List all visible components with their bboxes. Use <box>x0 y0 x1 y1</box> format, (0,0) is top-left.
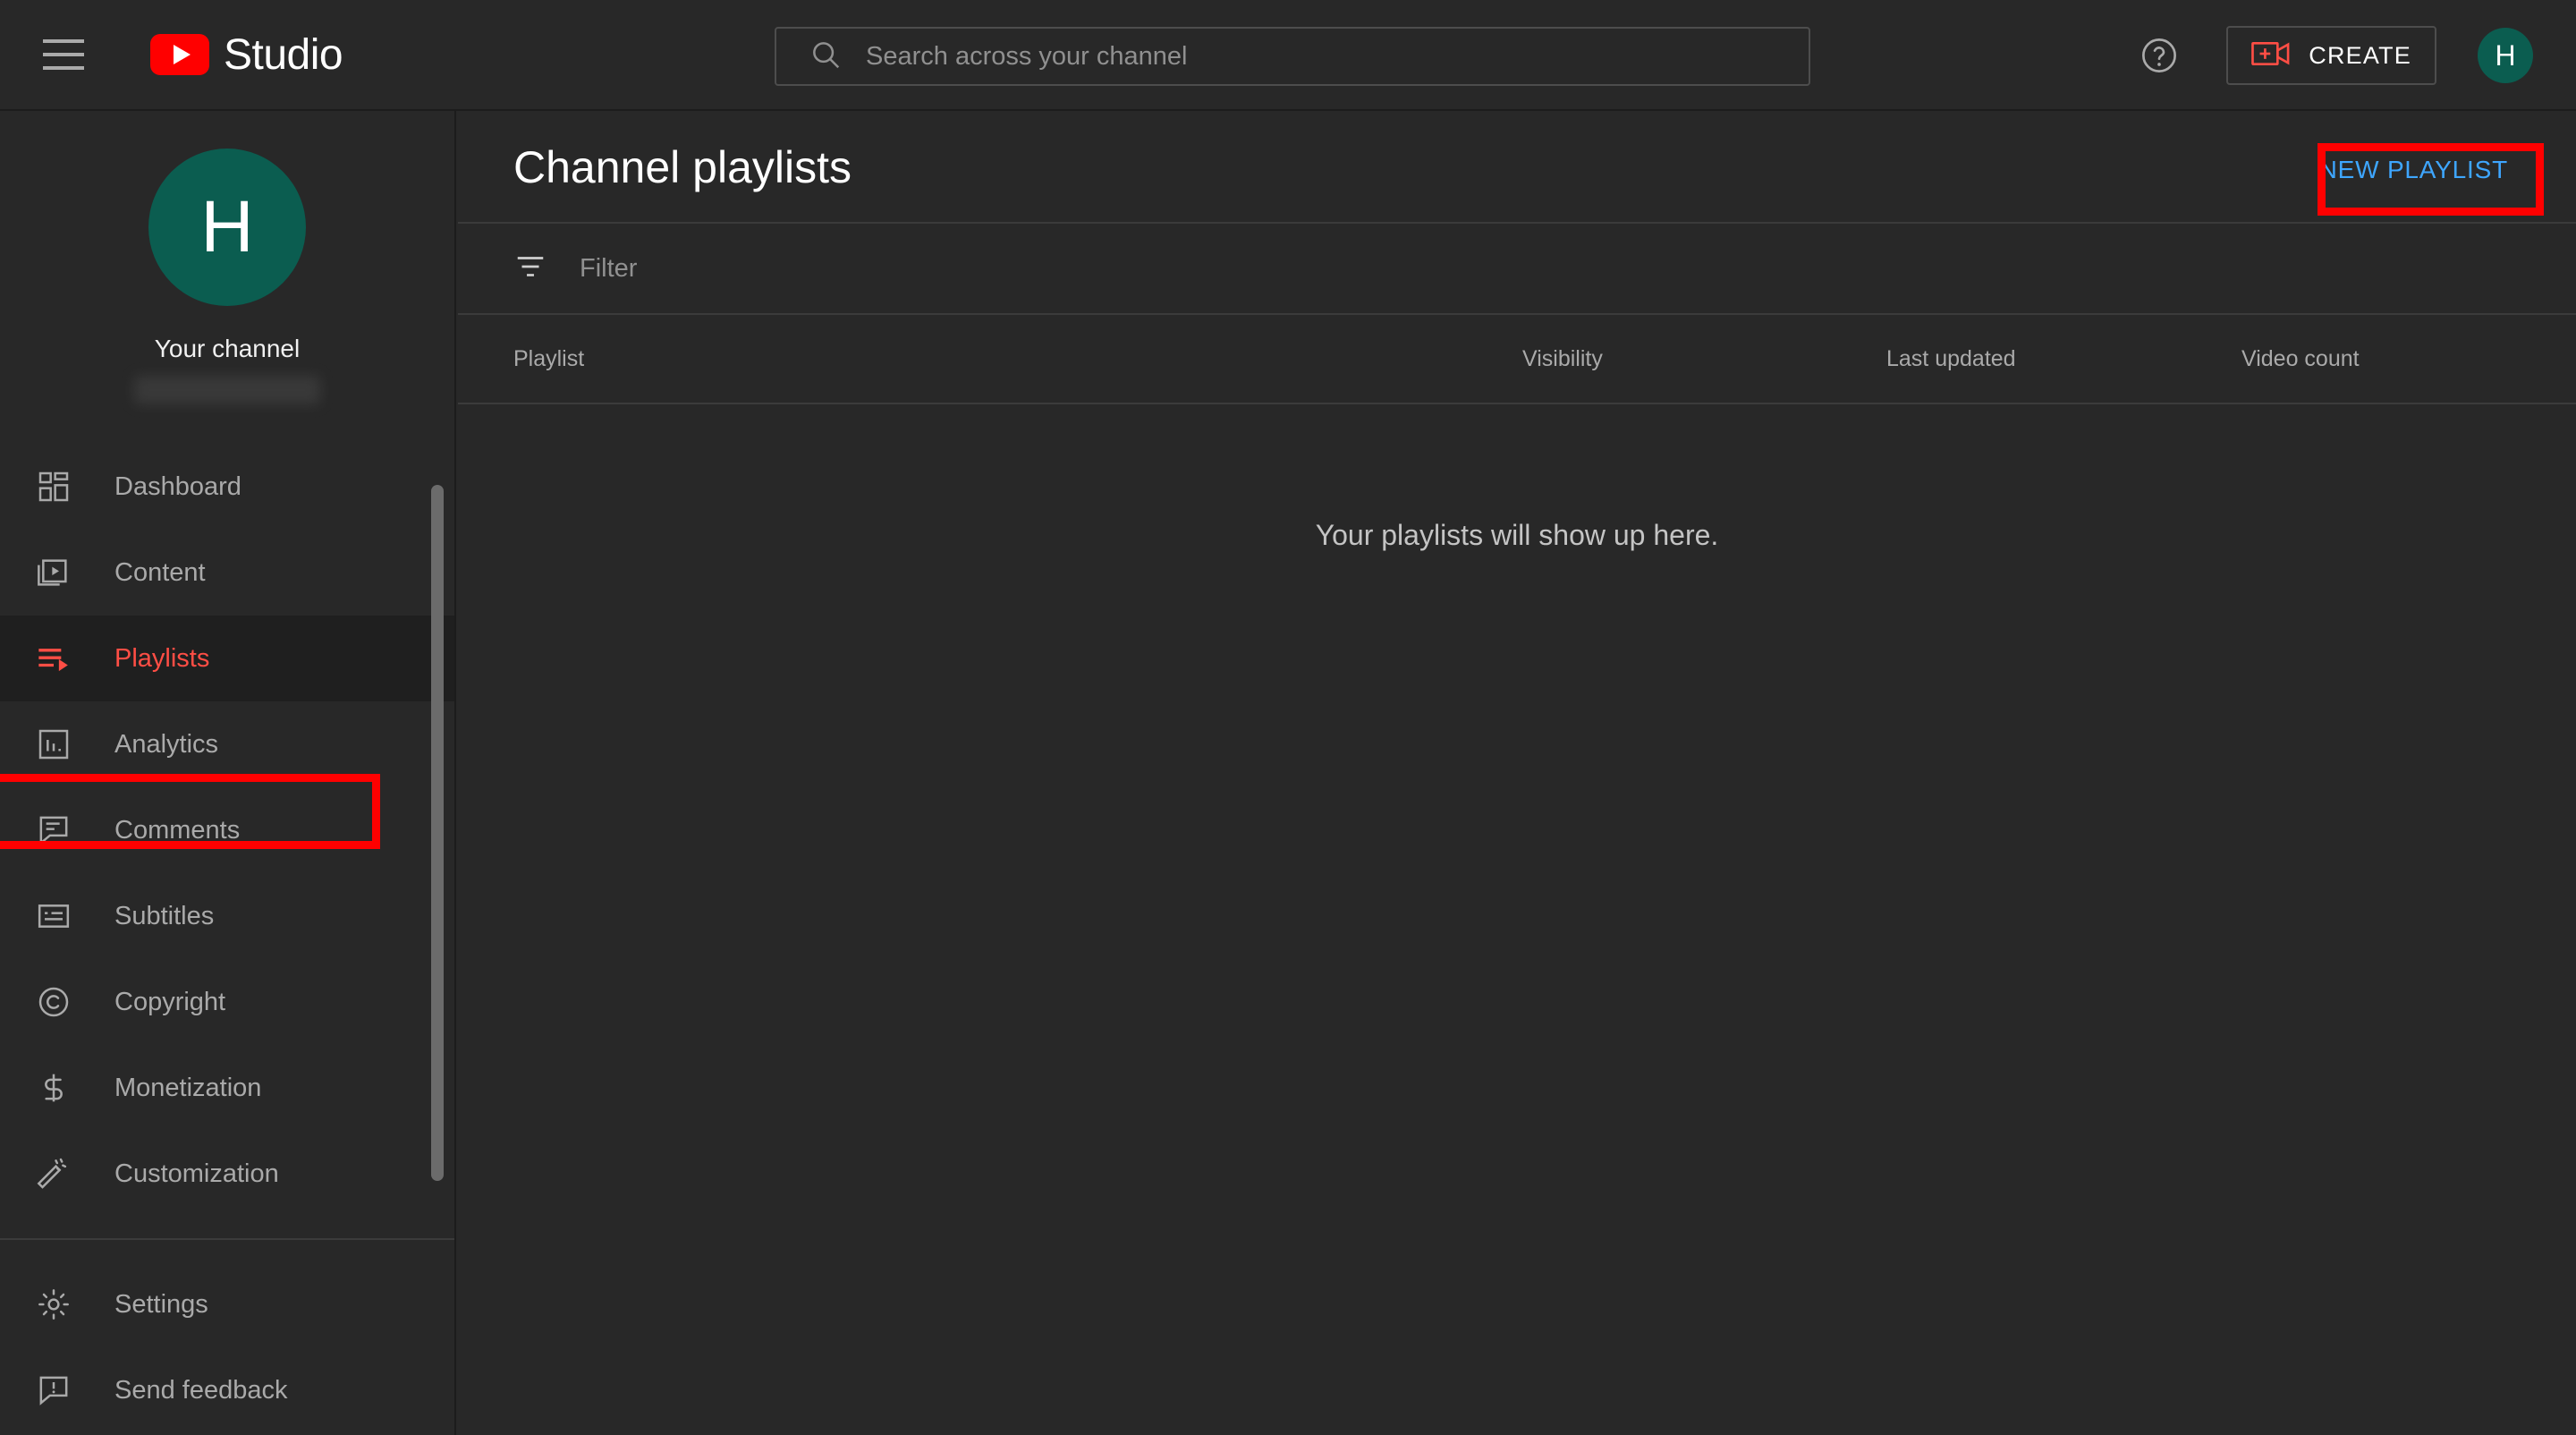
column-header-visibility: Visibility <box>1522 345 1603 371</box>
filter-bar[interactable] <box>458 222 2576 315</box>
empty-state-message: Your playlists will show up here. <box>1315 519 1719 551</box>
copyright-icon <box>36 984 86 1020</box>
sidebar-item-label: Subtitles <box>114 901 215 930</box>
sidebar: H Your channel Dashboard Content Playlis… <box>0 111 456 1435</box>
hamburger-menu-icon[interactable] <box>43 39 84 70</box>
sidebar-item-label: Monetization <box>114 1073 262 1102</box>
create-button-label: CREATE <box>2309 41 2411 69</box>
create-button[interactable]: CREATE <box>2226 26 2436 85</box>
channel-summary: H Your channel <box>0 111 454 404</box>
gear-icon <box>36 1286 86 1322</box>
sidebar-item-label: Analytics <box>114 729 219 759</box>
filter-icon <box>513 250 547 288</box>
sidebar-item-copyright[interactable]: Copyright <box>0 959 454 1045</box>
top-bar-actions: CREATE H <box>2133 0 2533 111</box>
youtube-play-icon <box>150 34 209 75</box>
sidebar-item-label: Playlists <box>114 643 210 673</box>
page-header: Channel playlists NEW PLAYLIST <box>458 113 2576 222</box>
column-header-video-count: Video count <box>2241 345 2360 371</box>
sidebar-item-settings[interactable]: Settings <box>0 1261 454 1347</box>
column-header-playlist: Playlist <box>513 345 585 371</box>
sidebar-item-label: Comments <box>114 815 241 845</box>
filter-input[interactable] <box>580 253 1116 284</box>
sidebar-item-label: Send feedback <box>114 1375 288 1405</box>
sidebar-item-label: Copyright <box>114 987 226 1016</box>
dollar-sign-icon <box>36 1070 86 1106</box>
playlists-table-header: Playlist Visibility Last updated Video c… <box>458 315 2576 404</box>
studio-wordmark: Studio <box>224 30 343 79</box>
playlists-icon <box>36 641 86 676</box>
page-title: Channel playlists <box>513 142 852 192</box>
dashboard-grid-icon <box>36 469 86 505</box>
account-avatar[interactable]: H <box>2478 28 2533 83</box>
sidebar-item-label: Customization <box>114 1159 279 1188</box>
sidebar-item-send-feedback[interactable]: Send feedback <box>0 1347 454 1433</box>
sidebar-item-customization[interactable]: Customization <box>0 1131 454 1217</box>
sidebar-scrollbar[interactable] <box>431 485 444 1181</box>
sidebar-item-monetization[interactable]: Monetization <box>0 1045 454 1131</box>
content-video-icon <box>36 555 86 590</box>
sidebar-item-dashboard[interactable]: Dashboard <box>0 444 454 530</box>
new-playlist-button[interactable]: NEW PLAYLIST <box>2298 141 2529 199</box>
main-content: Channel playlists NEW PLAYLIST Playlist … <box>458 113 2576 1435</box>
sidebar-item-subtitles[interactable]: Subtitles <box>0 873 454 959</box>
sidebar-nav: Dashboard Content Playlists Analytics Co… <box>0 444 454 1433</box>
sidebar-item-analytics[interactable]: Analytics <box>0 701 454 787</box>
sidebar-item-comments[interactable]: Comments <box>0 787 454 873</box>
your-channel-label: Your channel <box>154 335 301 362</box>
sidebar-item-playlists[interactable]: Playlists <box>0 616 454 701</box>
comments-bubble-icon <box>36 812 86 848</box>
analytics-bar-chart-icon <box>36 726 86 762</box>
search-icon <box>809 38 843 76</box>
sidebar-item-label: Dashboard <box>114 471 242 501</box>
youtube-studio-logo[interactable]: Studio <box>150 30 343 80</box>
top-app-bar: Studio Search across your channel CREATE… <box>0 0 2576 111</box>
search-box[interactable] <box>775 27 1810 86</box>
sidebar-divider <box>0 1238 454 1240</box>
channel-name-redacted <box>134 376 320 404</box>
subtitles-icon <box>36 898 86 934</box>
video-plus-icon <box>2251 38 2291 73</box>
search-input[interactable] <box>866 41 1671 72</box>
youtube-studio-playlists-page: Studio Search across your channel CREATE… <box>0 0 2576 1435</box>
magic-wand-icon <box>36 1156 86 1192</box>
feedback-exclamation-icon <box>36 1372 86 1408</box>
sidebar-item-label: Settings <box>114 1289 208 1319</box>
sidebar-item-content[interactable]: Content <box>0 530 454 616</box>
column-header-last-updated: Last updated <box>1886 345 2016 371</box>
avatar[interactable]: H <box>148 149 306 306</box>
sidebar-item-label: Content <box>114 557 206 587</box>
help-circle-icon[interactable] <box>2133 30 2185 81</box>
